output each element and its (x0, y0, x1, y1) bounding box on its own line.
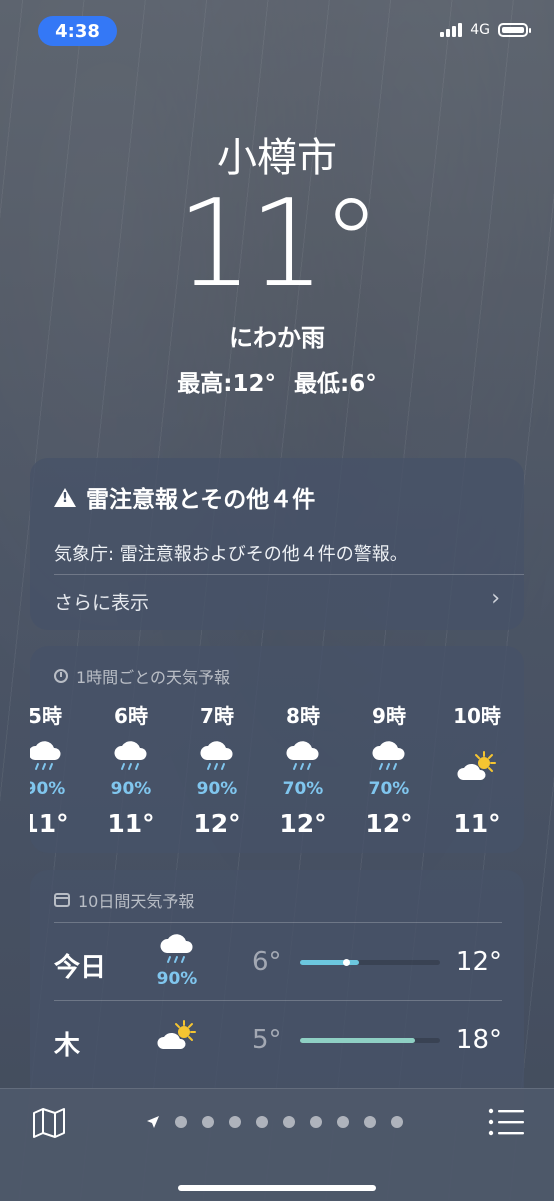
hour-precip: 90% (196, 779, 238, 799)
page-dot[interactable] (229, 1116, 241, 1128)
day-high: 18° (455, 1025, 502, 1055)
hour-precip: 90% (30, 779, 66, 799)
location-arrow-icon[interactable] (146, 1115, 160, 1129)
alert-title: 雷注意報とその他４件 (54, 480, 315, 514)
hour-label: 7時 (200, 704, 234, 728)
hour-item: 9時 70% 12° (346, 700, 432, 838)
network-label: 4G (470, 22, 490, 38)
rain-cloud-icon (260, 733, 346, 779)
hour-item: 8時 70% 12° (260, 700, 346, 838)
hour-temp: 11° (107, 809, 155, 838)
hour-precip: 90% (110, 779, 152, 799)
hour-label: 5時 (30, 704, 62, 728)
calendar-icon (54, 893, 70, 907)
high-low: 最高:12° 最低:6° (0, 364, 554, 398)
rain-cloud-icon (174, 733, 260, 779)
daily-row-today[interactable]: 今日 90% 6° 12° (54, 922, 502, 1001)
ten-day-forecast-card[interactable]: 10日間天気予報 今日 90% 6° 12° 木 5° 18° (30, 870, 524, 1120)
hour-temp: 11° (30, 809, 69, 838)
hour-label: 10時 (453, 704, 501, 728)
temp-range-fill (300, 1038, 415, 1043)
hour-temp: 12° (279, 809, 327, 838)
page-dots[interactable] (175, 1116, 403, 1128)
alert-title-text: 雷注意報とその他４件 (86, 487, 316, 513)
partly-sunny-icon (154, 1019, 200, 1057)
daily-header-text: 10日間天気予報 (78, 892, 195, 911)
hour-item: 7時 90% 12° (174, 700, 260, 838)
day-precip: 90% (156, 969, 198, 989)
hour-label: 9時 (372, 704, 406, 728)
page-dot[interactable] (202, 1116, 214, 1128)
page-dot[interactable] (175, 1116, 187, 1128)
hour-precip: 70% (282, 779, 324, 799)
clock-icon (54, 669, 68, 683)
warning-icon (54, 487, 76, 507)
hour-item: 5時 90% 11° (30, 700, 88, 838)
page-dot[interactable] (364, 1116, 376, 1128)
temp-range-bar (300, 1038, 440, 1043)
day-high: 12° (455, 947, 502, 977)
page-dot[interactable] (256, 1116, 268, 1128)
rain-cloud-icon (30, 733, 88, 779)
rain-cloud-icon (346, 733, 432, 779)
signal-icon (440, 23, 463, 37)
bottom-toolbar (0, 1088, 554, 1201)
hour-precip: 70% (368, 779, 410, 799)
hour-label: 8時 (286, 704, 320, 728)
battery-icon (498, 23, 531, 37)
high-temp: 最高:12° (177, 371, 276, 397)
rain-cloud-icon: 90% (154, 933, 200, 989)
rain-cloud-icon (88, 733, 174, 779)
divider (54, 574, 524, 575)
hour-temp: 11° (453, 809, 501, 838)
weather-condition: にわか雨 (229, 324, 325, 352)
day-low: 6° (252, 947, 282, 977)
day-label: 木 (54, 1031, 81, 1061)
list-icon[interactable] (488, 1107, 524, 1137)
weather-alert-card[interactable]: 雷注意報とその他４件 気象庁: 雷注意報およびその他４件の警報。 さらに表示 › (30, 458, 524, 630)
hourly-header-text: 1時間ごとの天気予報 (76, 668, 231, 687)
temp-range-bar (300, 959, 440, 966)
daily-row-thursday[interactable]: 木 5° 18° (54, 1000, 502, 1079)
page-dot[interactable] (391, 1116, 403, 1128)
chevron-right-icon[interactable]: › (491, 586, 500, 611)
page-dot[interactable] (337, 1116, 349, 1128)
hour-item: 10時 11° (434, 700, 520, 838)
status-time[interactable]: 4:38 (38, 16, 117, 46)
partly-sunny-icon (434, 733, 520, 801)
current-temperature: 11° (176, 175, 382, 314)
hour-temp: 12° (365, 809, 413, 838)
low-temp: 最低:6° (294, 371, 377, 397)
daily-header: 10日間天気予報 (54, 888, 194, 912)
status-indicators: 4G (440, 22, 531, 38)
hour-label: 6時 (114, 704, 148, 728)
alert-description: 気象庁: 雷注意報およびその他４件の警報。 (54, 544, 408, 565)
hourly-header: 1時間ごとの天気予報 (54, 664, 230, 688)
map-icon[interactable] (32, 1107, 66, 1139)
home-indicator (178, 1185, 376, 1191)
day-label: 今日 (54, 953, 107, 983)
show-more-link[interactable]: さらに表示 (54, 588, 149, 615)
hour-item: 6時 90% 11° (88, 700, 174, 838)
page-indicator[interactable] (146, 1115, 403, 1129)
day-low: 5° (252, 1025, 282, 1055)
hour-temp: 12° (193, 809, 241, 838)
hourly-forecast-card[interactable]: 1時間ごとの天気予報 5時 90% 11° 6時 90% 11° 7時 90% … (30, 646, 524, 853)
page-dot[interactable] (283, 1116, 295, 1128)
page-dot[interactable] (310, 1116, 322, 1128)
